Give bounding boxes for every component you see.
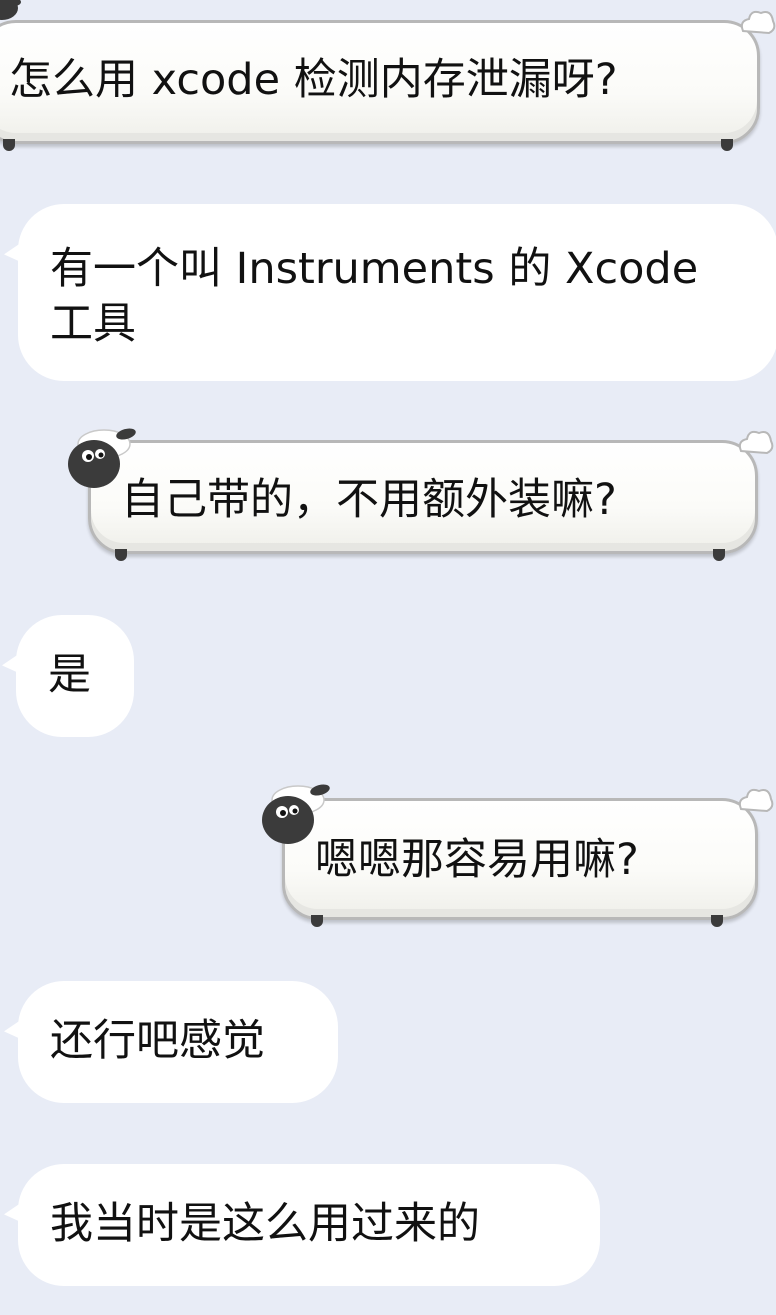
cloud-tuft-icon bbox=[738, 788, 774, 813]
sheep-head-icon bbox=[68, 428, 136, 488]
sheep-legs bbox=[91, 549, 755, 565]
bubble-tail bbox=[4, 1194, 34, 1228]
incoming-message-bubble[interactable]: 我当时是这么用过来的 bbox=[4, 1164, 600, 1286]
incoming-message-bubble[interactable]: 有一个叫 Instruments 的 Xcode 工具 bbox=[4, 204, 776, 381]
sheep-head-icon bbox=[262, 784, 330, 844]
message-text: 我当时是这么用过来的 bbox=[50, 1199, 480, 1249]
cloud-tuft-icon bbox=[738, 430, 774, 455]
message-text: 还行吧感觉 bbox=[50, 1016, 265, 1066]
message-text: 怎么用 xcode 检测内存泄漏呀? bbox=[9, 55, 618, 105]
bubble-tail bbox=[4, 234, 34, 268]
message-text: 嗯嗯那容易用嘛? bbox=[315, 835, 639, 885]
message-text: 是 bbox=[48, 650, 91, 700]
incoming-message-bubble[interactable]: 是 bbox=[2, 615, 134, 737]
sheep-head-icon bbox=[0, 0, 21, 20]
sheep-legs bbox=[0, 139, 757, 155]
incoming-message-bubble[interactable]: 还行吧感觉 bbox=[4, 981, 338, 1103]
outgoing-message-bubble[interactable]: 自己带的，不用额外装嘛? bbox=[88, 430, 774, 561]
message-text: 有一个叫 Instruments 的 Xcode 工具 bbox=[50, 244, 699, 349]
outgoing-message-bubble[interactable]: 怎么用 xcode 检测内存泄漏呀? bbox=[0, 10, 776, 151]
bubble-tail bbox=[2, 645, 32, 679]
sheep-legs bbox=[285, 915, 755, 931]
message-text: 自己带的，不用额外装嘛? bbox=[121, 475, 617, 525]
bubble-tail bbox=[4, 1011, 34, 1045]
cloud-tuft-icon bbox=[740, 10, 776, 35]
outgoing-message-bubble[interactable]: 嗯嗯那容易用嘛? bbox=[282, 788, 774, 927]
